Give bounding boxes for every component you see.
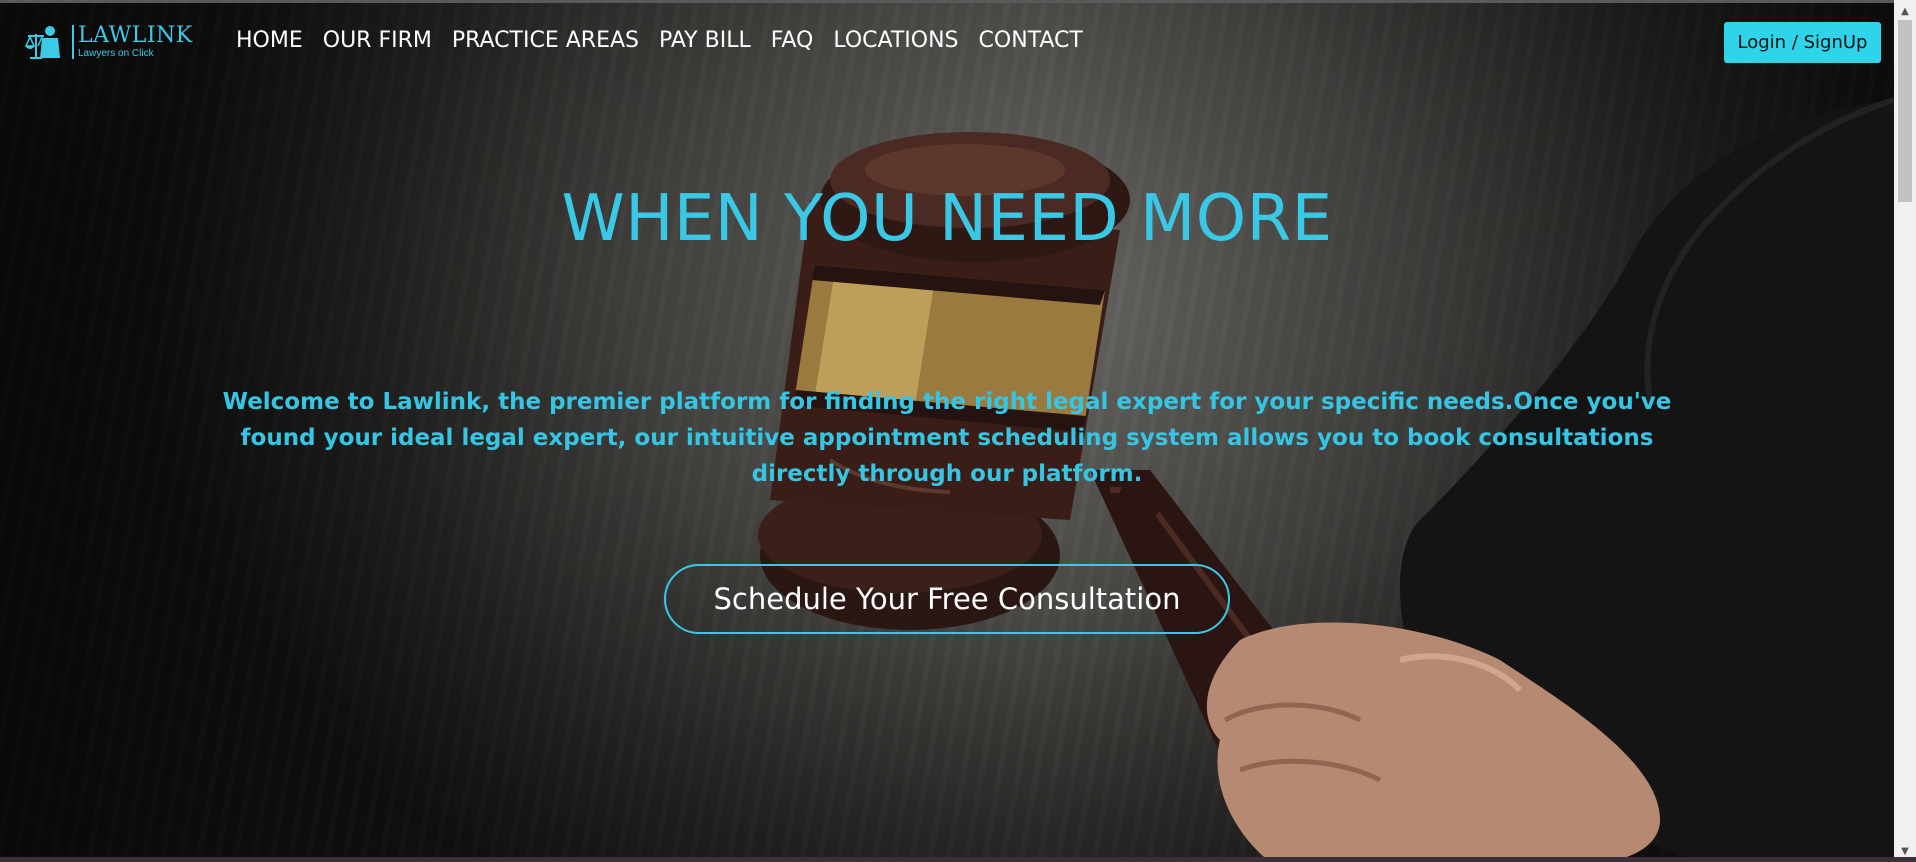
nav-item-practice-areas[interactable]: PRACTICE AREAS: [452, 28, 639, 53]
scroll-thumb[interactable]: [1898, 20, 1912, 202]
page: LAWLINK Lawyers on Click HOME OUR FIRM P…: [0, 0, 1916, 862]
logo-tagline: Lawyers on Click: [78, 48, 154, 59]
logo[interactable]: LAWLINK Lawyers on Click: [24, 22, 204, 62]
logo-divider: [72, 25, 74, 59]
schedule-consultation-button[interactable]: Schedule Your Free Consultation: [664, 564, 1230, 634]
nav-item-faq[interactable]: FAQ: [771, 28, 814, 53]
nav-item-locations[interactable]: LOCATIONS: [833, 28, 958, 53]
bottom-border: [0, 857, 1916, 862]
logo-name: LAWLINK: [78, 23, 193, 48]
scroll-up-arrow-icon[interactable]: ▲: [1894, 2, 1916, 20]
top-border: [0, 0, 1916, 3]
nav-item-home[interactable]: HOME: [236, 28, 303, 53]
hero-intro-text: Welcome to Lawlink, the premier platform…: [222, 389, 1672, 487]
nav-item-our-firm[interactable]: OUR FIRM: [323, 28, 432, 53]
scrollbar[interactable]: ▲ ▼: [1894, 0, 1916, 862]
scales-of-justice-icon: [24, 26, 60, 59]
main-nav: HOME OUR FIRM PRACTICE AREAS PAY BILL FA…: [236, 28, 1103, 53]
nav-item-pay-bill[interactable]: PAY BILL: [659, 28, 751, 53]
hero-headline: WHEN YOU NEED MORE: [561, 182, 1333, 256]
nav-item-contact[interactable]: CONTACT: [979, 28, 1083, 53]
logo-text: LAWLINK Lawyers on Click: [78, 25, 193, 59]
login-signup-button[interactable]: Login / SignUp: [1724, 22, 1881, 63]
